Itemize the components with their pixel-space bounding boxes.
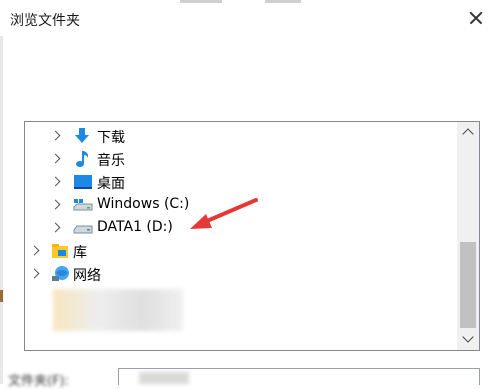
vertical-scrollbar[interactable]	[457, 122, 479, 350]
hard-drive-icon	[73, 219, 93, 237]
dialog-title: 浏览文件夹	[10, 13, 80, 29]
desktop-icon	[73, 173, 92, 191]
tree-item-label: Windows (C:)	[97, 196, 190, 212]
folder-input[interactable]	[118, 368, 480, 385]
background-fragment	[265, 0, 301, 3]
expand-chevron-icon[interactable]	[50, 199, 61, 210]
tree-rows: 下载 音乐 桌面 Windows (C:) DATA1 (D:) 库 网络	[25, 122, 455, 350]
annotation-arrow-icon	[190, 198, 258, 229]
folder-tree[interactable]: 下载 音乐 桌面 Windows (C:) DATA1 (D:) 库 网络	[24, 121, 480, 351]
close-icon[interactable]	[464, 6, 488, 30]
tree-item-network[interactable]: 网络	[25, 263, 455, 285]
tree-item-desktop[interactable]: 桌面	[25, 171, 455, 193]
scroll-down-icon[interactable]	[457, 330, 479, 350]
system-drive-icon	[73, 196, 93, 214]
tree-item-label: 桌面	[97, 176, 125, 192]
expand-chevron-icon[interactable]	[50, 153, 61, 164]
network-icon	[51, 265, 69, 283]
tree-item-label: 音乐	[97, 153, 125, 169]
expand-chevron-icon[interactable]	[50, 176, 61, 187]
redacted-item	[53, 289, 183, 331]
expand-chevron-icon[interactable]	[29, 245, 40, 256]
folder-field-label: 文件夹(F):	[8, 374, 70, 389]
scrollbar-thumb[interactable]	[460, 242, 476, 328]
redacted-text	[139, 372, 189, 384]
tree-item-label: DATA1 (D:)	[97, 219, 173, 235]
music-note-icon	[73, 150, 91, 168]
window-edge-accent	[0, 290, 3, 302]
title-bar: 浏览文件夹	[0, 0, 500, 36]
tree-item-label: 库	[73, 245, 87, 261]
library-icon	[51, 242, 69, 260]
tree-item-downloads[interactable]: 下载	[25, 125, 455, 147]
expand-chevron-icon[interactable]	[50, 130, 61, 141]
tree-item-label: 下载	[97, 130, 125, 146]
tree-item-label: 网络	[73, 268, 101, 284]
window-edge	[0, 36, 3, 384]
expand-chevron-icon[interactable]	[29, 268, 40, 279]
scroll-up-icon[interactable]	[457, 122, 479, 142]
tree-item-libraries[interactable]: 库	[25, 240, 455, 262]
expand-chevron-icon[interactable]	[50, 222, 61, 233]
download-arrow-icon	[73, 127, 91, 145]
background-fragment	[180, 0, 222, 3]
tree-item-music[interactable]: 音乐	[25, 148, 455, 170]
